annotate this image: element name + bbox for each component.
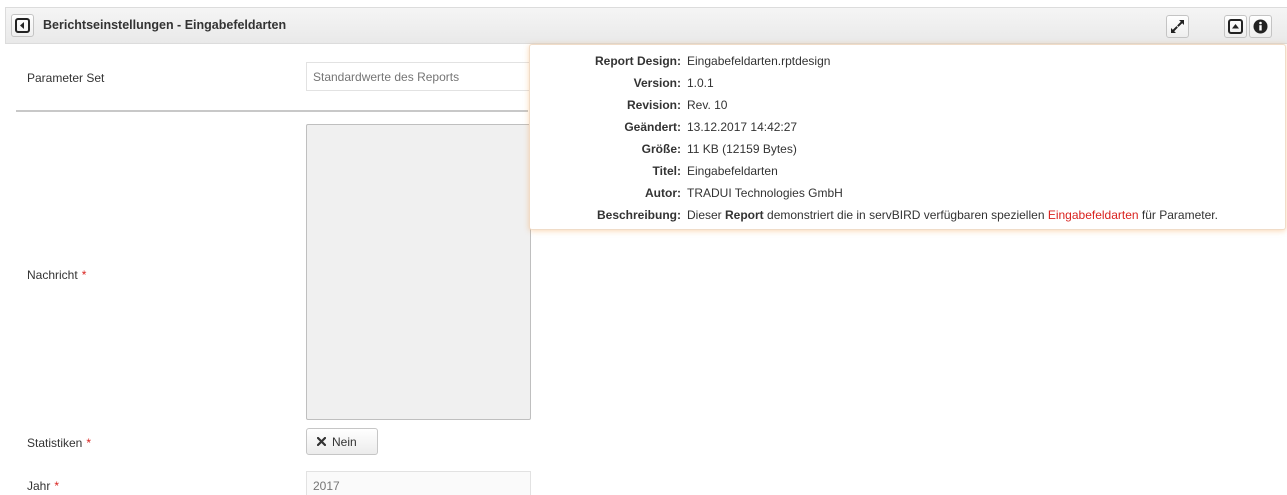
info-row-revision: Revision: Rev. 10: [530, 96, 1287, 114]
nachricht-textarea[interactable]: [306, 124, 531, 420]
jahr-input[interactable]: [306, 471, 531, 495]
description-bold: Report: [725, 208, 764, 222]
info-value: Rev. 10: [687, 98, 728, 112]
info-row-changed: Geändert: 13.12.2017 14:42:27: [530, 118, 1287, 136]
info-row-report-design: Report Design: Eingabefeldarten.rptdesig…: [530, 52, 1287, 70]
info-key: Autor:: [645, 186, 681, 200]
required-marker: *: [54, 479, 60, 493]
info-row-title: Titel: Eingabefeldarten: [530, 162, 1287, 180]
collapse-left-icon: [15, 18, 30, 33]
info-key: Report Design:: [594, 54, 681, 68]
description-highlight: Eingabefeldarten: [1047, 208, 1139, 222]
page-title: Berichtseinstellungen - Eingabefeldarten: [43, 18, 287, 32]
report-settings-page: Berichtseinstellungen - Eingabefeldarten…: [0, 0, 1287, 495]
report-info-popover: Report Design: Eingabefeldarten.rptdesig…: [529, 44, 1286, 230]
nachricht-label: Nachricht *: [27, 268, 86, 282]
info-key: Beschreibung:: [596, 208, 681, 222]
info-key: Geändert:: [624, 120, 681, 134]
collapse-panel-button[interactable]: [11, 14, 34, 37]
info-value: TRADUI Technologies GmbH: [687, 186, 843, 200]
expand-button[interactable]: [1166, 15, 1189, 38]
jahr-label-text: Jahr: [27, 479, 51, 493]
parameter-set-input[interactable]: [306, 62, 531, 91]
statistiken-label: Statistiken *: [27, 436, 91, 450]
info-row-version: Version: 1.0.1: [530, 74, 1287, 92]
info-button[interactable]: [1249, 15, 1272, 38]
description-text: demonstriert die in servBIRD verfügbaren…: [763, 208, 1048, 222]
info-row-description: Beschreibung: Dieser Report demonstriert…: [530, 206, 1287, 224]
info-row-author: Autor: TRADUI Technologies GmbH: [530, 184, 1287, 202]
info-value: 13.12.2017 14:42:27: [687, 120, 798, 134]
statistiken-toggle-button[interactable]: Nein: [306, 428, 378, 455]
info-row-size: Größe: 11 KB (12159 Bytes): [530, 140, 1287, 158]
info-key: Revision:: [626, 98, 681, 112]
info-icon: [1253, 19, 1268, 34]
description-text: Dieser: [687, 208, 726, 222]
info-key: Titel:: [652, 164, 681, 178]
collapse-up-button[interactable]: [1224, 15, 1247, 38]
collapse-up-icon: [1228, 19, 1243, 34]
required-marker: *: [86, 436, 92, 450]
required-marker: *: [81, 268, 87, 282]
panel-header: Berichtseinstellungen - Eingabefeldarten: [5, 7, 1287, 44]
section-divider: [16, 110, 528, 112]
info-key: Größe:: [641, 142, 681, 156]
info-value: Dieser Report demonstriert die in servBI…: [687, 206, 1218, 224]
nachricht-label-text: Nachricht: [27, 268, 78, 282]
x-mark-icon: [317, 437, 326, 446]
info-value: 1.0.1: [687, 76, 714, 90]
info-value: Eingabefeldarten: [687, 164, 778, 178]
expand-arrows-icon: [1171, 20, 1184, 33]
info-key: Version:: [633, 76, 681, 90]
info-value: Eingabefeldarten.rptdesign: [687, 54, 831, 68]
info-value: 11 KB (12159 Bytes): [687, 142, 797, 156]
parameter-set-label: Parameter Set: [27, 71, 105, 85]
jahr-label: Jahr *: [27, 479, 59, 493]
toggle-label: Nein: [332, 434, 357, 449]
description-text: für Parameter.: [1138, 208, 1218, 222]
statistiken-label-text: Statistiken: [27, 436, 83, 450]
